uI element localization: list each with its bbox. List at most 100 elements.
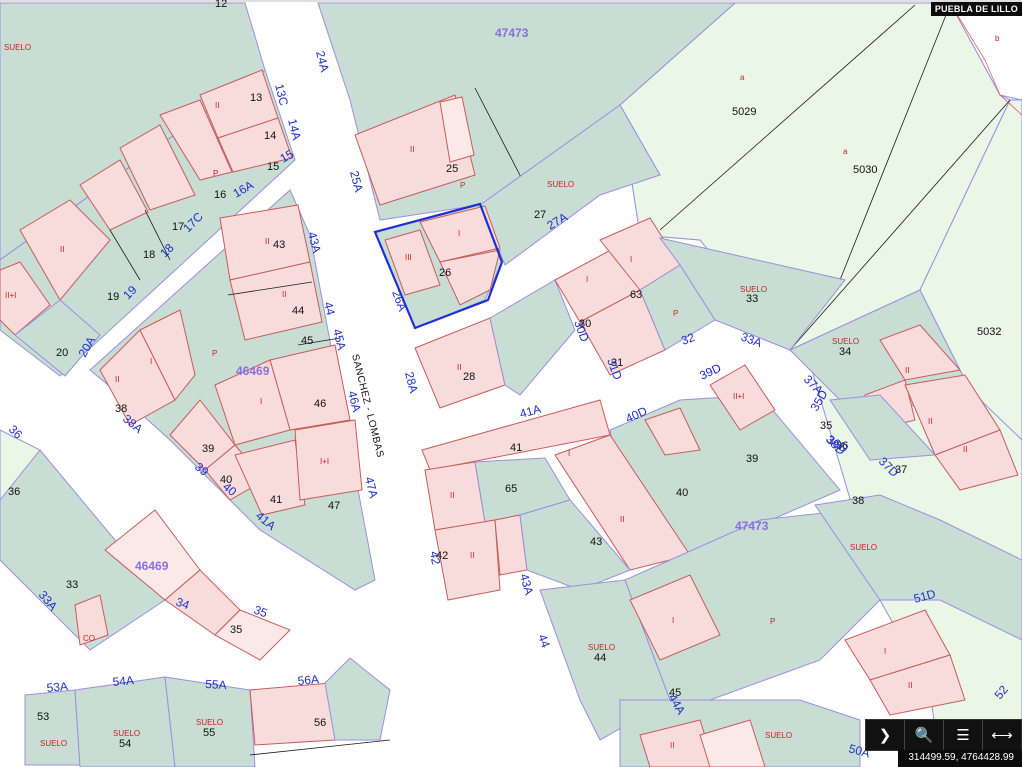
street-number-24a: 24A: [313, 49, 332, 73]
use-label-i: I: [458, 229, 460, 238]
map-toolbar: ❯ 🔍 ☰ ⟷: [865, 719, 1022, 751]
cadastral-map[interactable]: SANCHEZ - LOMBAS 47473 46469 46469 47473…: [0, 0, 1022, 767]
use-label-i: I: [630, 255, 632, 264]
parcel-number-18: 18: [143, 249, 155, 261]
use-label-ii: II: [410, 145, 414, 154]
use-label-suelo: SUELO: [832, 337, 859, 346]
parcel-number-35-sw: 35: [230, 624, 242, 636]
chevron-right-icon: ❯: [878, 727, 892, 744]
search-icon: 🔍: [914, 727, 934, 744]
use-label-ii: II: [905, 366, 909, 375]
use-label-i: I: [260, 397, 262, 406]
parcel-number-54: 54: [119, 738, 131, 750]
parcel-number-43: 43: [273, 239, 285, 251]
parcel-number-5032: 5032: [977, 326, 1001, 338]
use-label-ii-i: II+I: [5, 291, 16, 300]
parcel-number-26: 26: [439, 267, 451, 279]
street-number-28a: 28A: [402, 370, 421, 394]
parcel-number-35: 35: [820, 420, 832, 432]
street-number-43a-s: 43A: [517, 572, 536, 596]
parcel-number-20: 20: [56, 347, 68, 359]
parcel-number-38: 38: [852, 495, 864, 507]
parcel-number-16: 16: [214, 189, 226, 201]
parcel-54[interactable]: [74, 676, 176, 767]
use-label-suelo: SUELO: [40, 739, 67, 748]
building-ii-41[interactable]: [424, 461, 486, 531]
map-canvas[interactable]: SANCHEZ - LOMBAS 47473 46469 46469 47473…: [0, 0, 1022, 767]
use-label-p: P: [212, 349, 217, 358]
next-button[interactable]: ❯: [866, 720, 904, 750]
parcel-number-39-e: 39: [746, 453, 758, 465]
street-number-54a: 54A: [112, 673, 134, 689]
parcel-number-45: 45: [301, 335, 313, 347]
parcel-number-36-w: 36: [8, 486, 20, 498]
layers-button[interactable]: ☰: [943, 720, 982, 750]
use-label-ii: II: [670, 741, 674, 750]
polygon-label-47473-n: 47473: [495, 26, 529, 40]
parcel-number-33: 33: [746, 293, 758, 305]
use-label-ii: II: [215, 101, 219, 110]
parcel-number-47: 47: [328, 500, 340, 512]
use-label-suelo: SUELO: [588, 643, 615, 652]
parcel-number-44-e: 44: [594, 652, 606, 664]
parcel-number-13: 13: [250, 92, 262, 104]
use-label-i: I: [568, 449, 570, 458]
use-label-ii: II: [450, 491, 454, 500]
use-label-ii-i: II+I: [733, 392, 744, 401]
use-label-ii: II: [457, 363, 461, 372]
use-label-ii: II: [282, 290, 286, 299]
use-label-p: P: [213, 169, 218, 178]
use-label-a: a: [843, 147, 848, 156]
zoom-button[interactable]: 🔍: [904, 720, 943, 750]
layers-icon: ☰: [956, 727, 970, 744]
use-label-ii: II: [908, 681, 912, 690]
parcel-number-41-e: 41: [510, 442, 522, 454]
polygon-label-47473-s: 47473: [735, 519, 769, 533]
use-label-ii: II: [963, 445, 967, 454]
use-label-i: I: [884, 647, 886, 656]
street-number-56a: 56A: [297, 672, 319, 688]
use-label-i-i: I+I: [320, 457, 329, 466]
parcel-number-39: 39: [202, 443, 214, 455]
street-number-44-s: 44: [535, 632, 553, 650]
measure-button[interactable]: ⟷: [982, 720, 1021, 750]
use-label-i: I: [150, 357, 152, 366]
parcel-53[interactable]: [24, 689, 81, 766]
use-label-suelo: SUELO: [547, 180, 574, 189]
polygon-label-46469-n: 46469: [236, 364, 270, 378]
coordinates-readout: 314499.59, 4764428.99: [898, 750, 1022, 767]
street-number-55a: 55A: [205, 677, 227, 692]
use-label-b: b: [995, 34, 1000, 43]
polygon-label-46469-s: 46469: [135, 559, 169, 573]
parcel-number-33-sw: 33: [66, 579, 78, 591]
parcel-number-5029: 5029: [732, 106, 756, 118]
use-label-i: I: [672, 616, 674, 625]
use-label-ii: II: [928, 417, 932, 426]
parcel-number-27: 27: [534, 209, 546, 221]
use-label-co: CO: [83, 634, 95, 643]
parcel-number-38-w: 38: [115, 403, 127, 415]
street-number-53a: 53A: [46, 679, 68, 695]
parcel-number-55: 55: [203, 727, 215, 739]
use-label-ii: II: [265, 237, 269, 246]
parcel-number-56: 56: [314, 717, 326, 729]
building-56[interactable]: [249, 682, 336, 746]
use-label-i: I: [586, 275, 588, 284]
use-label-ii: II: [620, 515, 624, 524]
parcel-number-44: 44: [292, 305, 304, 317]
parcel-number-25: 25: [446, 163, 458, 175]
parcel-number-65: 65: [505, 483, 517, 495]
use-label-suelo: SUELO: [740, 285, 767, 294]
parcel-number-34: 34: [839, 346, 851, 358]
municipality-label: PUEBLA DE LILLO: [930, 2, 1022, 16]
use-label-suelo: SUELO: [196, 718, 223, 727]
parcel-number-40-e: 40: [676, 487, 688, 499]
parcel-number-15: 15: [267, 161, 279, 173]
parcel-number-5030: 5030: [853, 164, 877, 176]
parcel-number-14: 14: [264, 130, 276, 142]
use-label-p: P: [770, 617, 775, 626]
use-label-ii: II: [115, 375, 119, 384]
parcel-56b[interactable]: [324, 657, 391, 741]
use-label-p: P: [673, 309, 678, 318]
parcel-number-19: 19: [107, 291, 119, 303]
